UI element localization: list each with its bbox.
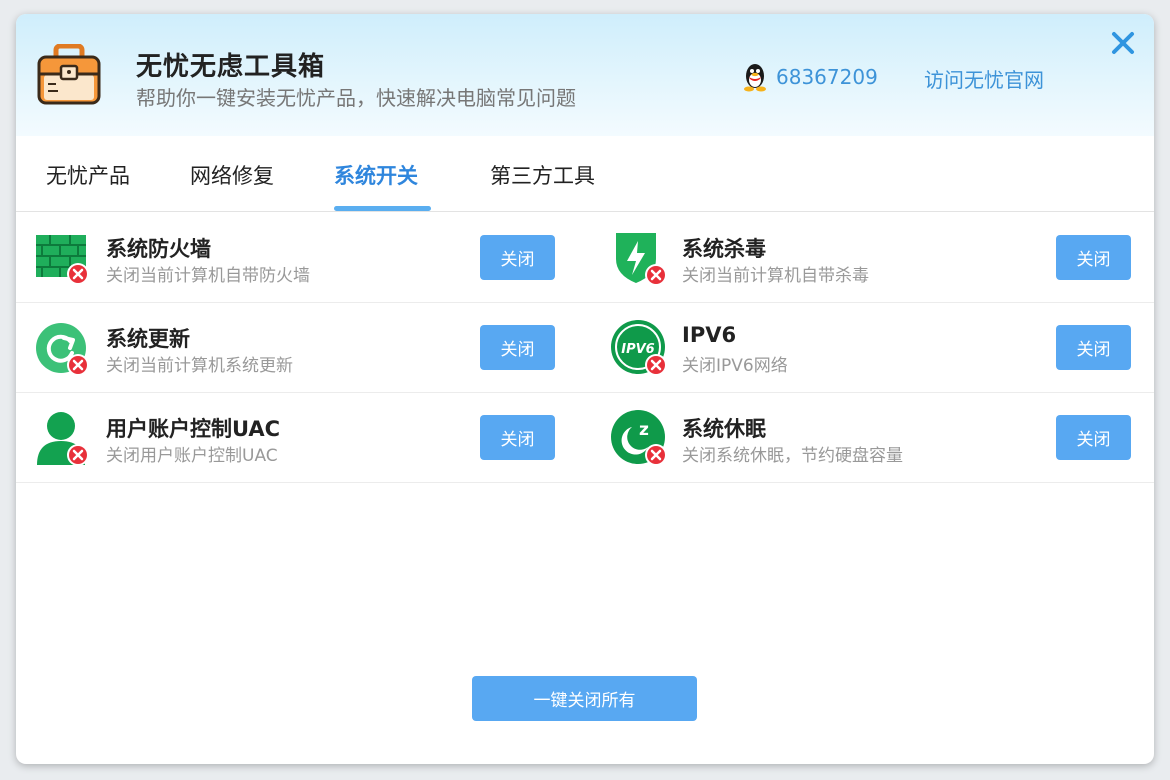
item-description: 关闭当前计算机系统更新 [106,356,293,376]
tab-third-party-tools[interactable]: 第三方工具 [490,160,595,210]
antivirus-shield-icon [616,233,667,286]
active-tab-indicator [334,206,431,211]
app-title: 无忧无虑工具箱 [136,52,326,82]
user-uac-icon [37,412,89,466]
uac-item: 用户账户控制UAC 关闭用户账户控制UAC 关闭 [16,393,576,483]
ipv6-item: IPV6 IPV6 关闭IPV6网络 关闭 [592,303,1152,393]
sleep-item: z 系统休眠 关闭系统休眠，节约硬盘容量 关闭 [592,393,1152,483]
qq-contact[interactable]: 68367209 [742,62,878,92]
tab-bar: 无忧产品 网络修复 系统开关 第三方工具 [16,136,1154,212]
app-subtitle: 帮助你一键安装无忧产品，快速解决电脑常见问题 [136,86,576,110]
sleep-icon: z [611,410,667,466]
app-window: 无忧无虑工具箱 帮助你一键安装无忧产品，快速解决电脑常见问题 68367209 … [16,14,1154,764]
close-ipv6-button[interactable]: 关闭 [1056,325,1131,370]
close-sleep-button[interactable]: 关闭 [1056,415,1131,460]
close-icon[interactable] [1110,30,1136,56]
tab-products[interactable]: 无忧产品 [46,160,130,210]
item-title: 系统防火墙 [106,237,211,261]
tab-system-switch[interactable]: 系统开关 [334,160,418,210]
switch-row: 系统防火墙 关闭当前计算机自带防火墙 关闭 系统杀毒 关闭当前计算机自带杀毒 关… [16,213,1154,303]
item-title: 系统休眠 [682,417,766,441]
item-description: 关闭系统休眠，节约硬盘容量 [682,446,903,466]
firewall-icon [36,235,89,285]
svg-text:IPV6: IPV6 [621,342,654,357]
close-antivirus-button[interactable]: 关闭 [1056,235,1131,280]
item-title: 系统杀毒 [682,237,766,261]
close-uac-button[interactable]: 关闭 [480,415,555,460]
toolbox-logo-icon [37,44,101,105]
item-title: 用户账户控制UAC [106,417,281,441]
close-all-button[interactable]: 一键关闭所有 [472,676,697,721]
switch-row: 系统更新 关闭当前计算机系统更新 关闭 IPV6 IPV6 关闭IPV6网络 关… [16,303,1154,393]
tab-network-repair[interactable]: 网络修复 [190,160,274,210]
qq-number: 68367209 [776,65,878,89]
update-item: 系统更新 关闭当前计算机系统更新 关闭 [16,303,576,393]
close-firewall-button[interactable]: 关闭 [480,235,555,280]
svg-text:z: z [639,420,649,440]
item-description: 关闭IPV6网络 [682,356,788,376]
qq-penguin-icon [744,64,766,92]
item-description: 关闭当前计算机自带防火墙 [106,266,310,286]
ipv6-icon: IPV6 [611,320,667,376]
item-title: IPV6 [682,323,737,347]
update-icon [36,323,89,376]
close-update-button[interactable]: 关闭 [480,325,555,370]
switch-row: 用户账户控制UAC 关闭用户账户控制UAC 关闭 z 系统休眠 关闭系统休眠，节… [16,393,1154,483]
item-title: 系统更新 [106,327,190,351]
antivirus-item: 系统杀毒 关闭当前计算机自带杀毒 关闭 [592,213,1152,303]
header: 无忧无虑工具箱 帮助你一键安装无忧产品，快速解决电脑常见问题 68367209 … [16,14,1154,136]
item-description: 关闭当前计算机自带杀毒 [682,266,869,286]
firewall-item: 系统防火墙 关闭当前计算机自带防火墙 关闭 [16,213,576,303]
official-site-link[interactable]: 访问无忧官网 [924,64,1044,93]
item-description: 关闭用户账户控制UAC [106,446,278,466]
